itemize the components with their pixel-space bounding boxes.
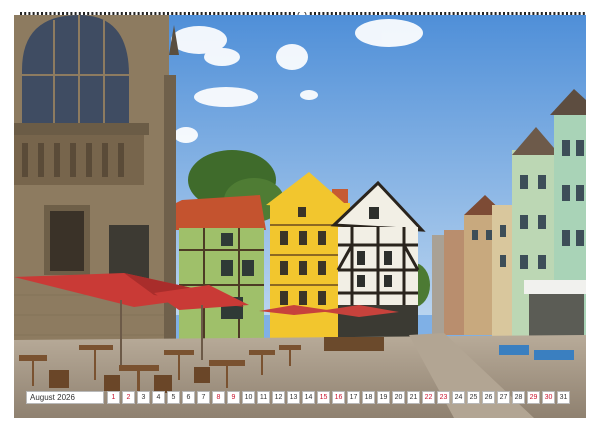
day-cell: 27 <box>497 390 510 404</box>
day-cell: 24 <box>452 390 465 404</box>
day-cell: 13 <box>287 390 300 404</box>
day-cell: 21 <box>407 390 420 404</box>
day-cell: 5 <box>167 390 180 404</box>
day-cell: 14 <box>302 390 315 404</box>
day-cell: 31 <box>557 390 570 404</box>
green-half-timbered-house <box>172 195 266 343</box>
day-cell: 10 <box>242 390 255 404</box>
calendar-strip: August 2026 1 2 3 4 5 6 7 8 9 10 11 12 13 14 15 16 17 18 1… <box>26 390 574 404</box>
day-cell: 28 <box>512 390 525 404</box>
day-cell: 1 <box>107 390 120 404</box>
day-cell: 18 <box>362 390 375 404</box>
day-cell: 15 <box>317 390 330 404</box>
day-cell: 3 <box>137 390 150 404</box>
day-cell: 2 <box>122 390 135 404</box>
day-cell: 19 <box>377 390 390 404</box>
old-town-square-scene <box>14 15 586 418</box>
day-cell: 20 <box>392 390 405 404</box>
month-label: August 2026 <box>26 390 104 404</box>
day-cell: 25 <box>467 390 480 404</box>
day-cells: 1 2 3 4 5 6 7 8 9 10 11 12 13 14 15 16 17 18 19 20 21 22 23 24 2… <box>107 390 570 404</box>
day-cell: 9 <box>227 390 240 404</box>
day-cell: 16 <box>332 390 345 404</box>
day-cell: 4 <box>152 390 165 404</box>
calendar-page: August 2026 1 2 3 4 5 6 7 8 9 10 11 12 13 14 15 16 17 18 1… <box>0 0 600 432</box>
day-cell: 29 <box>527 390 540 404</box>
day-cell: 30 <box>542 390 555 404</box>
day-cell: 22 <box>422 390 435 404</box>
calendar-photo <box>14 15 586 418</box>
day-cell: 17 <box>347 390 360 404</box>
day-cell: 23 <box>437 390 450 404</box>
day-cell: 7 <box>197 390 210 404</box>
day-cell: 8 <box>212 390 225 404</box>
day-cell: 26 <box>482 390 495 404</box>
day-cell: 6 <box>182 390 195 404</box>
day-cell: 12 <box>272 390 285 404</box>
day-cell: 11 <box>257 390 270 404</box>
